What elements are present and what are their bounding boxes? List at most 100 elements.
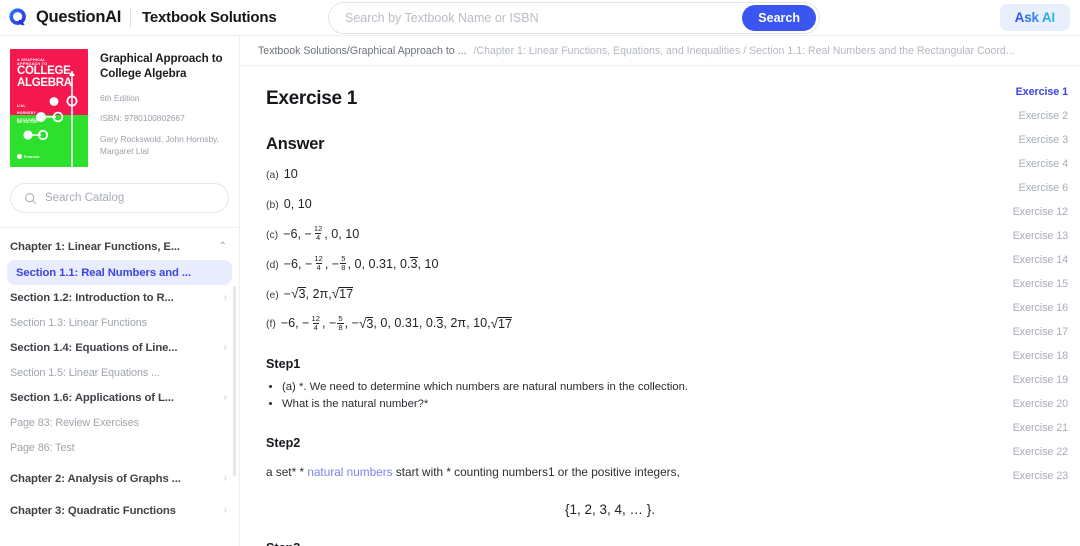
square-root: √ 17 bbox=[331, 285, 354, 301]
ask-ai-button[interactable]: Ask AI bbox=[999, 4, 1070, 31]
breadcrumb-rest: /Chapter 1: Linear Functions, Equations,… bbox=[473, 44, 1015, 57]
sidebar-nav-item[interactable]: Chapter 1: Linear Functions, E... ⌃ bbox=[0, 234, 239, 260]
answer-expression: −6, −12 4, −5 8, − √ 3, 0, 0.31, 0. 3, 2π, 10… bbox=[280, 313, 513, 332]
book-title: Graphical Approach to College Algebra bbox=[100, 52, 223, 81]
step1-bullet: (a) *. We need to determine which number… bbox=[282, 379, 954, 395]
section-title: Textbook Solutions bbox=[142, 9, 277, 26]
exercise-rail-item[interactable]: Exercise 18 bbox=[980, 344, 1070, 368]
exercise-rail-item[interactable]: Exercise 16 bbox=[980, 296, 1070, 320]
answer-line: (e) − √ 3, 2π, √ 17 bbox=[266, 285, 954, 304]
cover-edition-badge: 6th EDITION bbox=[17, 120, 38, 124]
sidebar-nav-item[interactable]: Page 86: Test bbox=[0, 435, 239, 460]
chevron-right-icon[interactable]: › bbox=[224, 292, 227, 303]
sidebar-nav-item[interactable]: Chapter 3: Quadratic Functions › bbox=[0, 498, 239, 524]
answer-expression: −6, −12 4, 0, 10 bbox=[283, 224, 360, 243]
answer-label: (c) bbox=[266, 229, 279, 241]
solution-article: Exercise 1 Answer (a) 10 (b) 0, 10 (c) −6, −1… bbox=[240, 66, 980, 546]
sidebar-nav-item[interactable]: Page 83: Review Exercises bbox=[0, 410, 239, 435]
app-body: A GRAPHICAL APPROACH TO COLLEGE ALGEBRA … bbox=[0, 36, 1080, 546]
chevron-right-icon[interactable]: › bbox=[224, 506, 227, 516]
exercise-rail-item[interactable]: Exercise 21 bbox=[980, 416, 1070, 440]
sidebar-nav-item[interactable]: Section 1.4: Equations of Line... › bbox=[0, 335, 239, 360]
cover-publisher: Pearson bbox=[17, 154, 40, 159]
answer-list: (a) 10 (b) 0, 10 (c) −6, −12 4, 0, 10 (d) −6, −1… bbox=[266, 165, 954, 333]
book-cover: A GRAPHICAL APPROACH TO COLLEGE ALGEBRA … bbox=[10, 49, 88, 167]
exercise-rail-item[interactable]: Exercise 23 bbox=[980, 464, 1070, 488]
sidebar-nav-item[interactable]: Section 1.1: Real Numbers and ... bbox=[7, 260, 232, 285]
sidebar-nav-item[interactable]: Section 1.6: Applications of L... › bbox=[0, 385, 239, 410]
publisher-name: Pearson bbox=[24, 154, 40, 159]
catalog-search-input[interactable] bbox=[45, 192, 215, 204]
step1-heading: Step1 bbox=[266, 357, 301, 372]
exercise-rail-item[interactable]: Exercise 6 bbox=[980, 176, 1070, 200]
sidebar-nav-item[interactable]: Section 1.3: Linear Functions bbox=[0, 310, 239, 335]
answer-line: (d) −6, −12 4, −5 8, 0, 0.31, 0. 3, 10 bbox=[266, 255, 954, 274]
cover-title-line1: COLLEGE bbox=[17, 65, 71, 77]
brand-name: QuestionAI bbox=[36, 8, 122, 26]
fraction: 12 4 bbox=[311, 313, 320, 332]
exercise-rail-item[interactable]: Exercise 19 bbox=[980, 368, 1070, 392]
step2-post: start with * counting numbers1 or the po… bbox=[392, 465, 680, 480]
sidebar-scrollbar[interactable] bbox=[233, 286, 236, 476]
answer-label: (a) bbox=[266, 170, 279, 181]
sidebar-divider bbox=[0, 227, 239, 228]
exercise-rail-item[interactable]: Exercise 17 bbox=[980, 320, 1070, 344]
exercise-rail-item[interactable]: Exercise 2 bbox=[980, 104, 1070, 128]
search-button[interactable]: Search bbox=[742, 5, 816, 31]
book-summary: A GRAPHICAL APPROACH TO COLLEGE ALGEBRA … bbox=[0, 36, 239, 173]
page-title: Exercise 1 bbox=[266, 88, 358, 109]
exercise-rail-item[interactable]: Exercise 20 bbox=[980, 392, 1070, 416]
sidebar-nav-label: Section 1.3: Linear Functions bbox=[10, 316, 147, 329]
chevron-right-icon[interactable]: › bbox=[224, 392, 227, 403]
exercise-rail-item[interactable]: Exercise 4 bbox=[980, 152, 1070, 176]
fraction: 58 bbox=[340, 254, 347, 273]
book-edition: 6th Edition bbox=[100, 92, 140, 103]
sidebar-nav-label: Section 1.2: Introduction to R... bbox=[10, 291, 174, 304]
answer-label: (e) bbox=[266, 289, 279, 301]
book-isbn: ISBN: 9780100802667 bbox=[100, 113, 185, 124]
textbook-search-bar[interactable]: Search bbox=[328, 2, 820, 34]
answer-label: (b) bbox=[266, 199, 279, 211]
answer-label: (d) bbox=[266, 259, 279, 271]
sidebar: A GRAPHICAL APPROACH TO COLLEGE ALGEBRA … bbox=[0, 36, 240, 546]
step2-pre: a set* * bbox=[266, 465, 308, 480]
natural-numbers-link[interactable]: natural numbers bbox=[307, 465, 392, 479]
cover-title-line2: ALGEBRA bbox=[17, 76, 72, 89]
exercise-rail-item[interactable]: Exercise 3 bbox=[980, 128, 1070, 152]
chapter-nav: Chapter 1: Linear Functions, E... ⌃ Sectio… bbox=[0, 234, 239, 524]
answer-line: (b) 0, 10 bbox=[266, 195, 954, 214]
square-root: √ 17 bbox=[490, 315, 513, 331]
answer-heading: Answer bbox=[266, 135, 325, 153]
sidebar-nav-item[interactable]: Section 1.2: Introduction to R... › bbox=[0, 285, 239, 310]
answer-expression: 10 bbox=[283, 167, 298, 181]
exercise-rail-item[interactable]: Exercise 14 bbox=[980, 248, 1070, 272]
sidebar-nav-item[interactable]: Section 1.5: Linear Equations ... bbox=[0, 360, 239, 385]
exercise-rail-item[interactable]: Exercise 1 bbox=[980, 80, 1070, 104]
answer-expression: −6, −12 4, −5 8, 0, 0.31, 0. 3, 10 bbox=[283, 254, 439, 273]
exercise-rail-item[interactable]: Exercise 15 bbox=[980, 272, 1070, 296]
step2-heading: Step2 bbox=[266, 436, 301, 451]
chevron-right-icon[interactable]: › bbox=[224, 342, 227, 353]
ask-ai-label: Ask AI bbox=[1014, 10, 1056, 25]
exercise-rail-item[interactable]: Exercise 12 bbox=[980, 200, 1070, 224]
square-root: √ 3 bbox=[358, 315, 374, 331]
brand[interactable]: QuestionAI bbox=[8, 7, 121, 28]
catalog-search-bar[interactable] bbox=[10, 183, 229, 213]
step2-paragraph: a set* * natural numbers start with * co… bbox=[266, 464, 954, 482]
q-logo-icon bbox=[9, 8, 26, 26]
sidebar-nav-label: Page 86: Test bbox=[10, 441, 75, 454]
step2-set-notation: {1, 2, 3, 4, … }. bbox=[564, 501, 656, 517]
answer-expression: − √ 3, 2π, √ 17 bbox=[283, 285, 354, 301]
answer-label: (f) bbox=[266, 319, 276, 331]
main-column: Textbook Solutions/Graphical Approach to… bbox=[240, 36, 1080, 546]
sidebar-nav-item[interactable]: Chapter 2: Analysis of Graphs ... › bbox=[0, 466, 239, 492]
content-area: Exercise 1 Answer (a) 10 (b) 0, 10 (c) −6, −1… bbox=[240, 66, 1080, 546]
chevron-right-icon[interactable]: › bbox=[224, 474, 227, 484]
breadcrumb-lead[interactable]: Textbook Solutions/Graphical Approach to… bbox=[258, 45, 466, 57]
chevron-up-icon[interactable]: ⌃ bbox=[219, 242, 227, 252]
search-input[interactable] bbox=[345, 11, 743, 25]
repeating-decimal-bar: 3 bbox=[410, 257, 418, 271]
app-root: QuestionAI Textbook Solutions Search Ask… bbox=[0, 0, 1080, 546]
exercise-rail-item[interactable]: Exercise 22 bbox=[980, 440, 1070, 464]
exercise-rail-item[interactable]: Exercise 13 bbox=[980, 224, 1070, 248]
